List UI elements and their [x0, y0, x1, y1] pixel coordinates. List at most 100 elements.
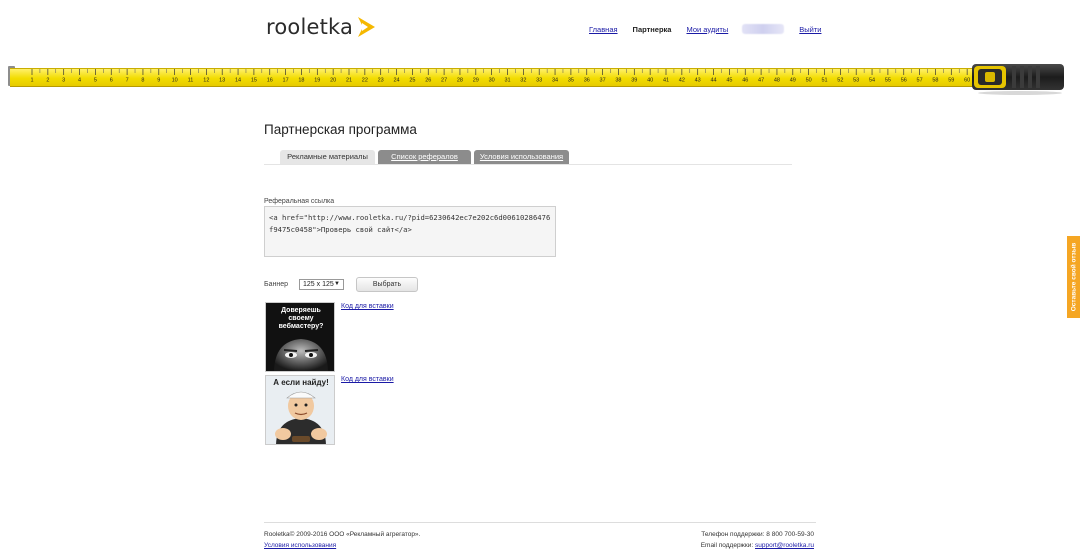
tape-number: 26 — [425, 78, 431, 84]
banner-image-2: А если найду! — [265, 375, 335, 445]
footer-email: Email поддержки: support@rooletka.ru — [701, 542, 814, 549]
tape-number: 17 — [283, 78, 289, 84]
tape-number: 32 — [520, 78, 526, 84]
tab-terms[interactable]: Условия использования — [474, 150, 569, 164]
tape-number: 54 — [869, 78, 875, 84]
tape-number: 12 — [203, 78, 209, 84]
tape-number: 60 — [964, 78, 970, 84]
tape-number: 15 — [251, 78, 257, 84]
tape-number: 44 — [710, 78, 716, 84]
tape-number: 59 — [948, 78, 954, 84]
tape-number: 20 — [330, 78, 336, 84]
tape-number: 7 — [126, 78, 129, 84]
tape-number: 28 — [457, 78, 463, 84]
referral-label: Реферальная ссылка — [264, 198, 335, 205]
tape-number: 52 — [837, 78, 843, 84]
banner-image-1: Доверяешь своему вебмастеру? — [265, 302, 335, 372]
tape-number: 13 — [219, 78, 225, 84]
tape-number: 30 — [489, 78, 495, 84]
tape-number: 55 — [885, 78, 891, 84]
tape-number: 18 — [298, 78, 304, 84]
nav-logout-link[interactable]: Выйти — [799, 25, 821, 34]
tape-number: 4 — [78, 78, 81, 84]
tape-ruler-marks: 1 2 3 4 5 6 7 8 9 10 11 12 13 14 15 16 17 18 19 20 21 22 23 24 2… — [30, 69, 976, 84]
nav-home-link[interactable]: Главная — [589, 25, 618, 34]
tape-number: 43 — [695, 78, 701, 84]
embed-code-link-2[interactable]: Код для вставки — [341, 376, 394, 383]
tape-number: 49 — [790, 78, 796, 84]
referral-code-box[interactable]: <a href="http://www.rooletka.ru/?pid=623… — [264, 206, 556, 257]
banner-size-value: 125 x 125 — [303, 281, 334, 288]
face-illustration-icon — [274, 339, 328, 371]
tape-number: 5 — [94, 78, 97, 84]
page-title: Партнерская программа — [264, 122, 417, 137]
tape-number: 46 — [742, 78, 748, 84]
feedback-tab-label: Оставьте свой отзыв — [1070, 242, 1077, 312]
tape-number: 11 — [188, 78, 194, 84]
dropdown-arrow-icon: ▼ — [334, 281, 340, 287]
logo-text: rooletka — [266, 15, 354, 39]
tape-number: 25 — [409, 78, 415, 84]
footer-terms-link[interactable]: Условия использования — [264, 542, 336, 549]
tape-number: 47 — [758, 78, 764, 84]
tape-number: 45 — [726, 78, 732, 84]
user-name-blurred[interactable] — [742, 24, 785, 34]
tape-strip: 1 2 3 4 5 6 7 8 9 10 11 12 13 14 15 16 17 18 19 20 21 22 23 24 2… — [10, 68, 976, 87]
tape-number: 6 — [110, 78, 113, 84]
tape-number: 48 — [774, 78, 780, 84]
tape-number: 34 — [552, 78, 558, 84]
tape-number: 9 — [157, 78, 160, 84]
tape-number: 53 — [853, 78, 859, 84]
tape-number: 58 — [932, 78, 938, 84]
tape-number: 57 — [917, 78, 923, 84]
footer-phone: Телефон поддержки: 8 800 700-59-30 — [701, 531, 814, 538]
footer-divider — [264, 522, 816, 523]
banner-size-select[interactable]: 125 x 125 ▼ — [299, 279, 344, 290]
tape-number: 29 — [473, 78, 479, 84]
logo-arrow-icon — [358, 17, 376, 37]
nav-partners-current: Партнерка — [632, 24, 672, 34]
tape-number: 56 — [901, 78, 907, 84]
feedback-tab[interactable]: Оставьте свой отзыв — [1067, 236, 1080, 318]
tape-number: 31 — [504, 78, 510, 84]
tape-number: 42 — [679, 78, 685, 84]
tape-case-icon — [972, 64, 1064, 95]
tape-number: 35 — [568, 78, 574, 84]
tape-number: 3 — [62, 78, 65, 84]
tape-number: 37 — [600, 78, 606, 84]
tab-ad-materials[interactable]: Рекламные материалы — [280, 150, 375, 164]
tape-number: 50 — [806, 78, 812, 84]
tape-number: 1 — [30, 78, 33, 84]
tape-number: 14 — [235, 78, 241, 84]
sailor-illustration-icon — [275, 391, 327, 444]
tape-number: 19 — [314, 78, 320, 84]
top-nav: Главная Партнерка Мои аудиты Выйти — [589, 24, 821, 34]
footer-email-label: Email поддержки: — [700, 542, 755, 549]
tape-number: 24 — [393, 78, 399, 84]
tape-number: 33 — [536, 78, 542, 84]
tape-number: 2 — [46, 78, 49, 84]
banner-label: Баннер — [264, 281, 289, 288]
tape-number: 41 — [663, 78, 669, 84]
tape-number: 39 — [631, 78, 637, 84]
tape-number: 27 — [441, 78, 447, 84]
footer-email-link[interactable]: support@rooletka.ru — [755, 542, 814, 549]
tape-number: 38 — [615, 78, 621, 84]
embed-code-link-1[interactable]: Код для вставки — [341, 303, 394, 310]
tape-number: 36 — [584, 78, 590, 84]
nav-audits-link[interactable]: Мои аудиты — [686, 25, 728, 34]
tape-number: 22 — [362, 78, 368, 84]
measuring-tape: 1 2 3 4 5 6 7 8 9 10 11 12 13 14 15 16 17 18 19 20 21 22 23 24 2… — [0, 60, 1080, 100]
choose-button[interactable]: Выбрать — [356, 277, 418, 292]
logo[interactable]: rooletka — [266, 12, 376, 42]
tape-number: 40 — [647, 78, 653, 84]
tape-number: 51 — [821, 78, 827, 84]
tape-number: 16 — [267, 78, 273, 84]
tab-divider — [264, 164, 792, 165]
tape-number: 10 — [172, 78, 178, 84]
tape-number: 8 — [141, 78, 144, 84]
tape-number: 21 — [346, 78, 352, 84]
tape-number: 23 — [378, 78, 384, 84]
tab-referrals[interactable]: Список рефералов — [378, 150, 471, 164]
footer-copyright: Rooletka© 2009-2016 ООО «Рекламный агрег… — [264, 531, 421, 538]
